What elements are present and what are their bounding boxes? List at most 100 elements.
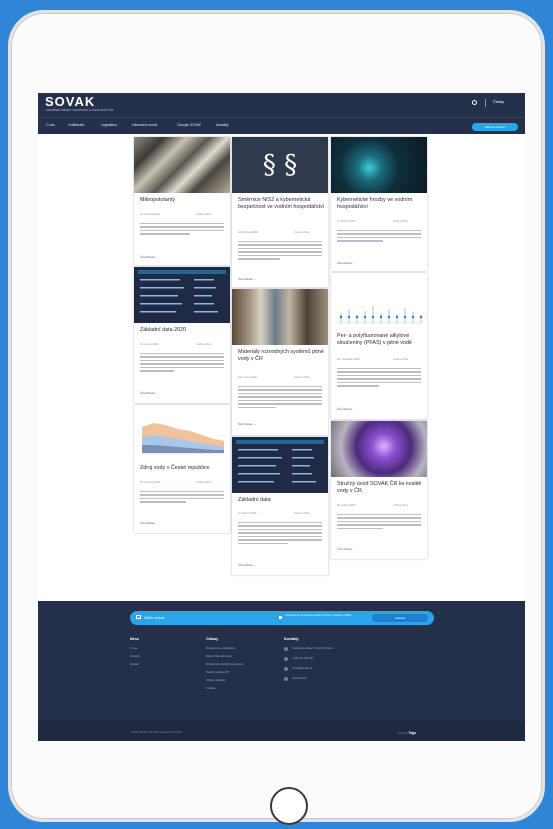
card-excerpt (337, 368, 421, 389)
website-screen: SOVAK SDRUŽENÍ OBORU VODOVODŮ A KANALIZA… (38, 93, 525, 741)
card-date: 13. srpna 2021 (140, 342, 159, 346)
newsletter-submit-button[interactable]: Odeslat (372, 614, 428, 622)
newsletter-label: Odběr novinek (144, 616, 165, 620)
card-title[interactable]: Materiály rozvodných systémů pitné vody … (238, 349, 328, 363)
paragraph-icon: § § (262, 150, 298, 180)
card-image: § § (232, 137, 328, 193)
language-selector[interactable]: Česky (493, 99, 504, 104)
mail-icon (136, 615, 141, 619)
footer-address: Novotného lávka 5, 110 00 Praha 1 (292, 647, 334, 650)
card-title[interactable]: Kybernetické hrozby ve vodním hospodářst… (337, 197, 427, 211)
article-card[interactable]: § § Směrnice NIS2 a kybernetická bezpečn… (232, 137, 328, 287)
search-icon[interactable] (472, 100, 477, 105)
top-header: SOVAK SDRUŽENÍ OBORU VODOVODŮ A KANALIZA… (38, 93, 525, 117)
footer-link[interactable]: Cookies (206, 687, 216, 690)
card-title[interactable]: Stručný úvod SOVAK ČR ke kvalitě vody v … (337, 481, 427, 495)
footer-link[interactable]: Ministerstvo životního prostředí (206, 663, 243, 666)
footer-link[interactable]: Ministerstvo zemědělství (206, 647, 235, 650)
card-image (134, 405, 230, 461)
article-card[interactable]: Mikropolutanty 15. května 2024 Voda a ži… (134, 137, 230, 265)
card-image (134, 267, 230, 323)
nav-item-education[interactable]: Vzdělávání (68, 123, 84, 127)
article-card[interactable]: Kybernetické hrozby ve vodním hospodářst… (331, 137, 427, 271)
read-more-link[interactable]: Číst článek → (337, 547, 356, 551)
card-category: Voda a život (294, 511, 310, 515)
nav-item-info-service[interactable]: Informační servis (132, 123, 157, 127)
footer-phone[interactable]: +420 221 082 207 (292, 657, 314, 660)
footer-main: Odběr novinek Souhlasím se zpracováním o… (38, 601, 525, 721)
article-card[interactable]: Základní data 2. března 2021 Voda a živo… (232, 437, 328, 575)
card-excerpt (140, 353, 224, 374)
footer-link[interactable]: Veřejné zakázky (206, 679, 226, 682)
card-date: 3. června 2023 (337, 219, 356, 223)
read-more-link[interactable]: Číst článek → (140, 521, 159, 525)
card-title[interactable]: Mikropolutanty (140, 197, 175, 204)
footer-link[interactable]: Aktuality (130, 655, 140, 658)
card-title[interactable]: Zdroj vody v České republice (140, 465, 210, 472)
article-card[interactable]: Základní data 2020 13. srpna 2021 Voda a… (134, 267, 230, 403)
bar-chart-thumbnail (337, 306, 423, 324)
footer-link[interactable]: Česká inspekce ŽP (206, 671, 229, 674)
card-title[interactable]: Základní data 2020 (140, 327, 186, 334)
location-icon (284, 647, 288, 651)
area-chart-thumbnail (142, 423, 224, 454)
become-member-button[interactable]: Stát se členem (472, 123, 518, 131)
card-category: Voda a život (196, 480, 212, 484)
read-more-link[interactable]: Číst článek → (337, 261, 356, 265)
copyright-text: © 2024 SOVAK ČR. Všechna práva vyhrazena… (130, 731, 183, 734)
card-excerpt (140, 491, 224, 505)
created-by: Vytvořilo Trigo (398, 731, 416, 735)
card-image (134, 137, 230, 193)
main-navigation: O nás Vzdělávání Legislativa Informační … (38, 117, 525, 134)
card-date: 25. ledna 2022 (337, 503, 356, 507)
agency-logo[interactable]: Trigo (408, 731, 416, 735)
card-title[interactable]: Základní data (238, 497, 271, 504)
footer-email[interactable]: sovak@sovak.cz (292, 667, 312, 670)
logo[interactable]: SOVAK (45, 95, 95, 108)
newsletter-consent-text: Souhlasím se zpracováním osobních údajů … (285, 614, 352, 617)
nav-item-legislation[interactable]: Legislativa (101, 123, 117, 127)
email-icon (284, 667, 288, 671)
card-excerpt (140, 223, 224, 237)
footer-menu-title: Menu (130, 637, 139, 641)
card-image (331, 273, 427, 329)
nav-item-about[interactable]: O nás (46, 123, 55, 127)
nav-item-magazine[interactable]: Časopis SOVAK (177, 123, 201, 127)
card-category: Voda a život (196, 342, 212, 346)
read-more-link[interactable]: Číst článek → (337, 407, 356, 411)
read-more-link[interactable]: Číst článek → (140, 255, 159, 259)
card-date: 30. listopadu 2022 (337, 357, 360, 361)
data-table-thumbnail (236, 440, 324, 483)
article-card[interactable]: Materiály rozvodných systémů pitné vody … (232, 289, 328, 435)
article-card[interactable]: Zdroj vody v České republice 25. června … (134, 405, 230, 533)
consent-checkbox[interactable] (279, 616, 282, 619)
nav-item-news[interactable]: Aktuality (216, 123, 228, 127)
card-excerpt (238, 522, 322, 546)
footer-link[interactable]: Státní zdravotní ústav (206, 655, 232, 658)
card-title[interactable]: Směrnice NIS2 a kybernetická bezpečnost … (238, 197, 328, 211)
card-date: 2. března 2021 (238, 511, 257, 515)
card-image (331, 137, 427, 193)
card-excerpt (337, 230, 421, 244)
created-by-label: Vytvořilo (398, 732, 408, 735)
card-category: Voda a život (393, 503, 409, 507)
logo-subtitle: SDRUŽENÍ OBORU VODOVODŮ A KANALIZACÍ ČR (46, 109, 114, 112)
read-more-link[interactable]: Číst článek → (238, 277, 257, 281)
card-date: 15. května 2024 (140, 212, 160, 216)
read-more-link[interactable]: Číst článek → (238, 422, 257, 426)
card-excerpt (238, 386, 322, 410)
tablet-home-button[interactable] (270, 787, 308, 825)
read-more-link[interactable]: Číst článek → (238, 563, 257, 567)
footer-link[interactable]: Kontakt (130, 663, 139, 666)
card-image (232, 437, 328, 493)
card-category: Voda a život (196, 212, 212, 216)
article-card[interactable]: Stručný úvod SOVAK ČR ke kvalitě vody v … (331, 421, 427, 559)
footer-social[interactable]: Sociální sítě (292, 677, 307, 680)
card-excerpt (337, 514, 421, 531)
article-card[interactable]: Per- a polyfluorované alkylové sloučenin… (331, 273, 427, 419)
footer-link[interactable]: O nás (130, 647, 137, 650)
read-more-link[interactable]: Číst článek → (140, 391, 159, 395)
card-date: 25. června 2021 (140, 480, 161, 484)
card-date: 22. března 2024 (238, 230, 259, 234)
card-title[interactable]: Per- a polyfluorované alkylové sloučenin… (337, 333, 427, 347)
